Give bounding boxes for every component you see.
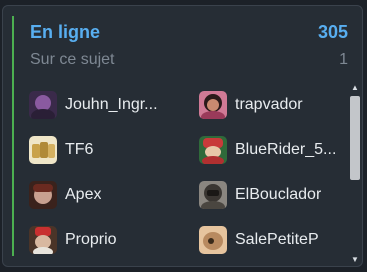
scroll-up-arrow-icon[interactable]: ▲ — [348, 82, 362, 94]
user-item[interactable]: Proprio — [25, 217, 195, 262]
online-widget: En ligne 305 Sur ce sujet 1 Jouhn_Ingr..… — [2, 5, 363, 267]
avatar-icon — [199, 135, 227, 164]
user-item[interactable]: TF6 — [25, 127, 195, 172]
user-item[interactable]: trapvador — [195, 82, 347, 127]
username: Jouhn_Ingr... — [65, 95, 158, 113]
online-count: 305 — [317, 21, 348, 42]
avatar-icon — [29, 135, 57, 164]
user-item[interactable]: BlueRider_5... — [195, 127, 347, 172]
username: TF6 — [65, 140, 94, 158]
scrollbar-thumb[interactable] — [350, 96, 360, 180]
subheader-row: Sur ce sujet 1 — [30, 49, 348, 71]
user-item[interactable]: SalePetiteP — [195, 217, 347, 262]
accent-bar — [12, 16, 14, 256]
avatar-icon — [29, 225, 57, 254]
username: SalePetiteP — [235, 230, 319, 248]
avatar-icon — [199, 225, 227, 254]
avatar-icon — [199, 90, 227, 119]
widget-subtitle: Sur ce sujet — [30, 51, 115, 68]
username: ElBouclador — [235, 185, 322, 203]
username: Proprio — [65, 230, 117, 248]
topic-count: 1 — [339, 51, 348, 68]
avatar-icon — [29, 180, 57, 209]
user-item[interactable]: Jouhn_Ingr... — [25, 82, 195, 127]
username: trapvador — [235, 95, 303, 113]
users-list: Jouhn_Ingr... trapvador TF6 BlueRider_5.… — [25, 82, 347, 262]
username: BlueRider_5... — [235, 140, 337, 158]
user-item[interactable]: ElBouclador — [195, 172, 347, 217]
username: Apex — [65, 185, 102, 203]
widget-title[interactable]: En ligne — [30, 22, 100, 43]
header-row: En ligne 305 — [30, 20, 348, 44]
scroll-down-arrow-icon[interactable]: ▼ — [348, 254, 362, 266]
avatar-icon — [29, 90, 57, 119]
scrollbar[interactable]: ▲ ▼ — [348, 82, 362, 266]
user-item[interactable]: Apex — [25, 172, 195, 217]
avatar-icon — [199, 180, 227, 209]
